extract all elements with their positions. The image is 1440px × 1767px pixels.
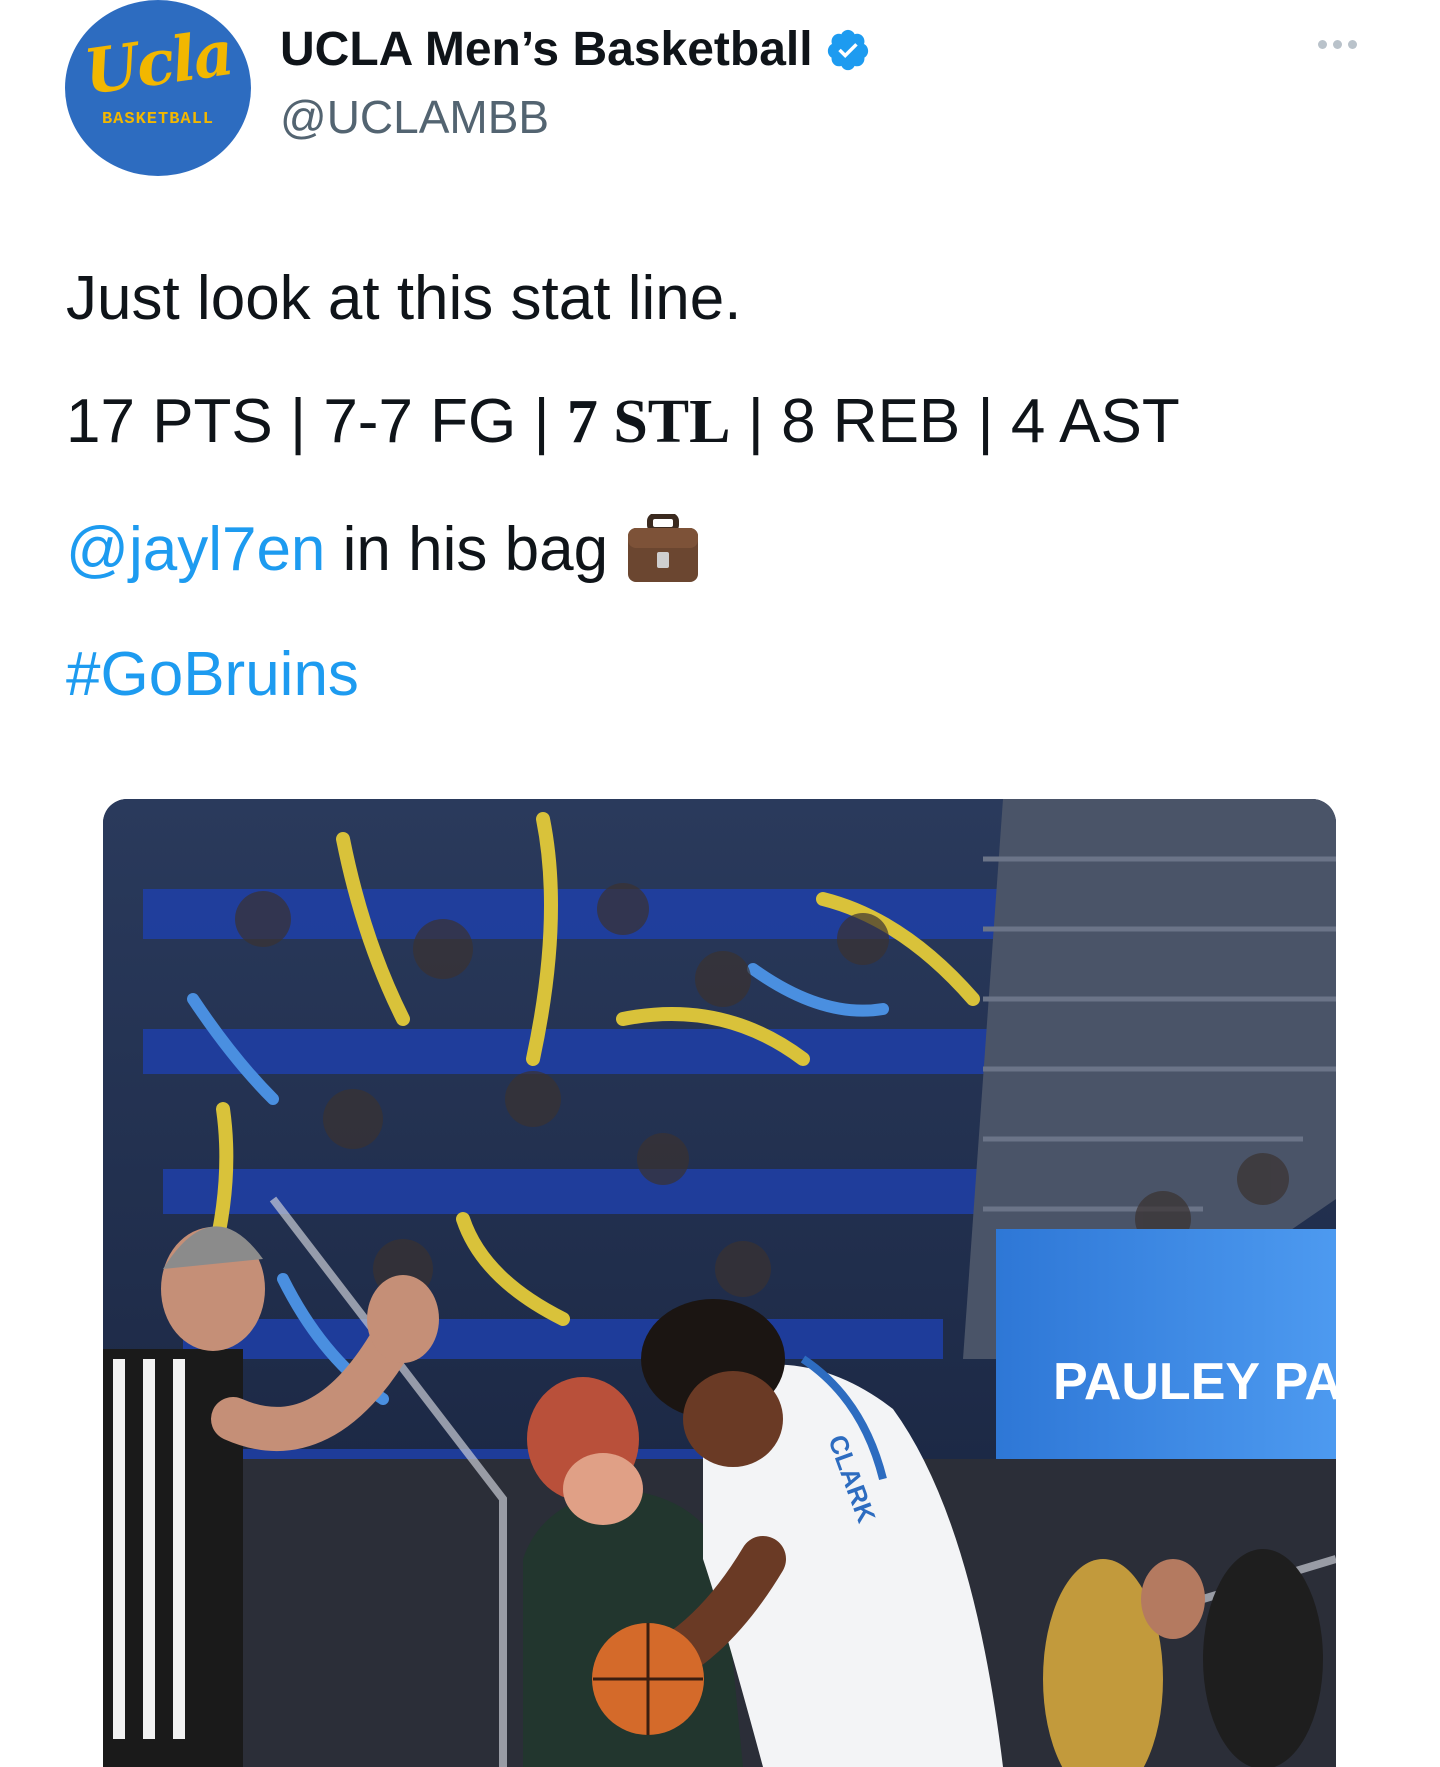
- verified-badge-icon: [827, 29, 868, 70]
- basketball-photo: PAULEY PA CLARK: [103, 799, 1336, 1767]
- mention-link[interactable]: @jayl7en: [66, 515, 325, 584]
- hashtag-link[interactable]: #GoBruins: [66, 640, 359, 709]
- led-board-text: PAULEY PA: [1053, 1353, 1336, 1411]
- author-name-row[interactable]: UCLA Men’s Basketball: [280, 22, 871, 77]
- tweet-photo[interactable]: PAULEY PA CLARK: [103, 799, 1336, 1767]
- briefcase-icon: [628, 514, 699, 582]
- stat-rest: | 8 REB | 4 AST: [730, 387, 1180, 456]
- stat-points: 17 PTS | 7-7 FG |: [66, 387, 567, 456]
- author-name[interactable]: UCLA Men’s Basketball: [280, 22, 813, 77]
- stat-steals: 7 STL: [566, 388, 731, 456]
- avatar[interactable]: Ucla BASKETBALL: [65, 0, 251, 176]
- more-options-icon[interactable]: [1318, 40, 1357, 49]
- tweet-stat-line: 17 PTS | 7-7 FG | 7 STL | 8 REB | 4 AST: [66, 385, 1180, 459]
- mention-text: in his bag: [325, 515, 609, 584]
- hashtag-line: #GoBruins: [66, 638, 359, 712]
- tweet-text-line: Just look at this stat line.: [66, 264, 742, 333]
- arena-led-board: PAULEY PA: [996, 1229, 1336, 1475]
- author-handle[interactable]: @UCLAMBB: [280, 90, 549, 144]
- avatar-logo-word: Ucla: [79, 16, 237, 109]
- tweet-mention-line: @jayl7en in his bag: [66, 513, 700, 587]
- avatar-logo-subtitle: BASKETBALL: [101, 110, 215, 129]
- basketball: [592, 1623, 704, 1735]
